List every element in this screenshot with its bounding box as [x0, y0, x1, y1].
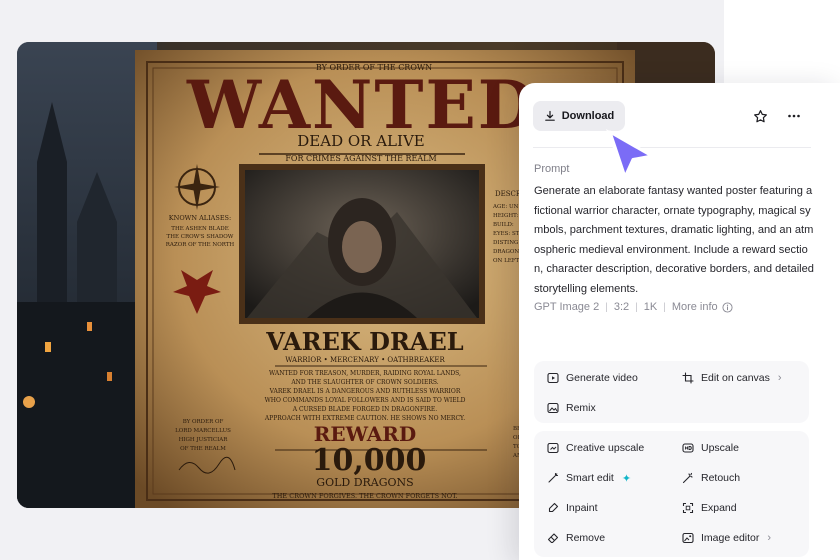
editing-tools: Creative upscale Upscale Smart edit ✦ Re… — [534, 431, 809, 557]
upscale-button[interactable]: Upscale — [682, 437, 739, 459]
retouch-label: Retouch — [701, 472, 741, 484]
edit-on-canvas-button[interactable]: Edit on canvas › — [682, 367, 782, 389]
chevron-right-icon: › — [767, 532, 772, 544]
image-details-panel: Download Prompt Generate an elaborate fa… — [519, 83, 840, 560]
meta-separator: | — [663, 301, 666, 313]
poster-crime-line: A CURSED BLADE FORGED IN DRAGONFIRE. — [292, 406, 438, 413]
expand-arrows-icon — [682, 502, 694, 514]
meta-model: GPT Image 2 — [534, 301, 600, 313]
poster-reward-unit: GOLD DRAGONS — [316, 476, 413, 489]
inpaint-label: Inpaint — [566, 502, 598, 514]
poster-desc-line: AGE: UN — [492, 204, 519, 210]
inpaint-brush-icon — [548, 502, 559, 513]
upscale-label: Upscale — [701, 442, 739, 454]
image-editor-label: Image editor — [701, 532, 760, 544]
poster-status: DEAD OR ALIVE — [297, 132, 424, 150]
smart-edit-button[interactable]: Smart edit ✦ — [547, 467, 631, 489]
poster-order-line: OF THE REALM — [180, 446, 226, 452]
inpaint-button[interactable]: Inpaint — [547, 497, 598, 519]
upscale-hd-icon — [682, 443, 694, 453]
meta-separator: | — [635, 301, 638, 313]
meta-separator: | — [605, 301, 608, 313]
creative-upscale-label: Creative upscale — [566, 442, 645, 454]
info-icon — [722, 301, 733, 313]
poster-crime-line: APPROACH WITH EXTREME CAUTION. HE SHOWS … — [264, 415, 465, 422]
poster-order-line: HIGH JUSTICIAR — [179, 437, 229, 443]
poster-desc-title: DESCR — [495, 190, 522, 198]
creative-upscale-button[interactable]: Creative upscale — [547, 437, 644, 459]
remix-image-icon — [547, 402, 559, 414]
generation-meta: GPT Image 2 | 3:2 | 1K | More info — [534, 301, 733, 313]
poster-name: VAREK DRAEL — [265, 327, 464, 356]
poster-roles: WARRIOR • MERCENARY • OATHBREAKER — [285, 356, 445, 364]
star-icon — [753, 109, 767, 122]
expand-label: Expand — [701, 502, 737, 514]
poster-order-line: BY ORDER OF — [183, 419, 224, 425]
more-options-button[interactable] — [782, 104, 806, 128]
edit-on-canvas-label: Edit on canvas — [701, 372, 770, 384]
remove-button[interactable]: Remove — [547, 527, 605, 549]
poster-reward-amount: 10,000 — [312, 443, 427, 478]
poster-desc-line: DISTING — [493, 240, 518, 246]
meta-ratio: 3:2 — [613, 301, 630, 313]
remove-label: Remove — [566, 532, 606, 544]
more-info-link[interactable]: More info — [672, 301, 733, 313]
poster-order-line: LORD MARCELLUS — [175, 428, 231, 434]
magic-wand-icon — [548, 472, 559, 483]
meta-resolution: 1K — [643, 301, 658, 313]
eraser-icon — [547, 533, 559, 544]
generate-video-button[interactable]: Generate video — [547, 367, 638, 389]
creative-upscale-icon — [547, 442, 559, 454]
smart-edit-label: Smart edit — [566, 472, 614, 484]
image-editor-button[interactable]: Image editor › — [682, 527, 771, 549]
prompt-text: Generate an elaborate fantasy wanted pos… — [534, 185, 814, 295]
image-editor-icon — [682, 532, 694, 544]
more-info-label: More info — [671, 301, 718, 313]
retouch-wand-icon — [682, 472, 693, 484]
poster-footer: THE CROWN FORGIVES. THE CROWN FORGETS NO… — [272, 492, 457, 500]
sparkle-icon: ✦ — [621, 472, 632, 485]
poster-crime-line: VAREK DRAEL IS A DANGEROUS AND RUTHLESS … — [269, 388, 461, 395]
download-button[interactable]: Download — [533, 101, 625, 131]
poster-desc-line: ON LEFT — [493, 258, 520, 264]
favorite-button[interactable] — [748, 104, 772, 128]
remix-label: Remix — [566, 402, 596, 414]
poster-desc-line: EYES: ST — [493, 231, 520, 237]
panel-toolbar: Download — [533, 101, 827, 131]
poster-alias-3: RAZOR OF THE NORTH — [166, 242, 235, 248]
download-icon — [544, 110, 555, 121]
retouch-button[interactable]: Retouch — [682, 467, 740, 489]
poster-desc-line: BUILD: — [493, 222, 514, 228]
poster-desc-line: HEIGHT: — [493, 213, 519, 219]
video-play-icon — [547, 372, 559, 384]
poster-desc-line: DRAGON — [493, 249, 519, 255]
expand-button[interactable]: Expand — [682, 497, 737, 519]
remix-button[interactable]: Remix — [547, 397, 596, 419]
poster-crime-line: WHO COMMANDS LOYAL FOLLOWERS AND IS SAID… — [265, 397, 466, 404]
chevron-right-icon: › — [777, 372, 782, 384]
download-label: Download — [561, 110, 615, 122]
poster-crime-line: AND THE SLAUGHTER OF CROWN SOLDIERS. — [290, 379, 438, 386]
generate-video-label: Generate video — [566, 372, 638, 384]
poster-alias-1: THE ASHEN BLADE — [171, 226, 228, 232]
toolbar-divider — [533, 147, 811, 148]
ellipsis-icon — [788, 114, 800, 118]
prompt-heading: Prompt — [534, 163, 570, 175]
poster-aliases-title: KNOWN ALIASES: — [169, 214, 231, 222]
poster-alias-2: THE CROW'S SHADOW — [167, 234, 234, 240]
canvas-crop-icon — [682, 372, 694, 384]
poster-crime-line: WANTED FOR TREASON, MURDER, RAIDING ROYA… — [269, 370, 461, 377]
poster-charge: FOR CRIMES AGAINST THE REALM — [285, 154, 436, 163]
primary-actions: Generate video Edit on canvas › Remix — [534, 361, 809, 423]
